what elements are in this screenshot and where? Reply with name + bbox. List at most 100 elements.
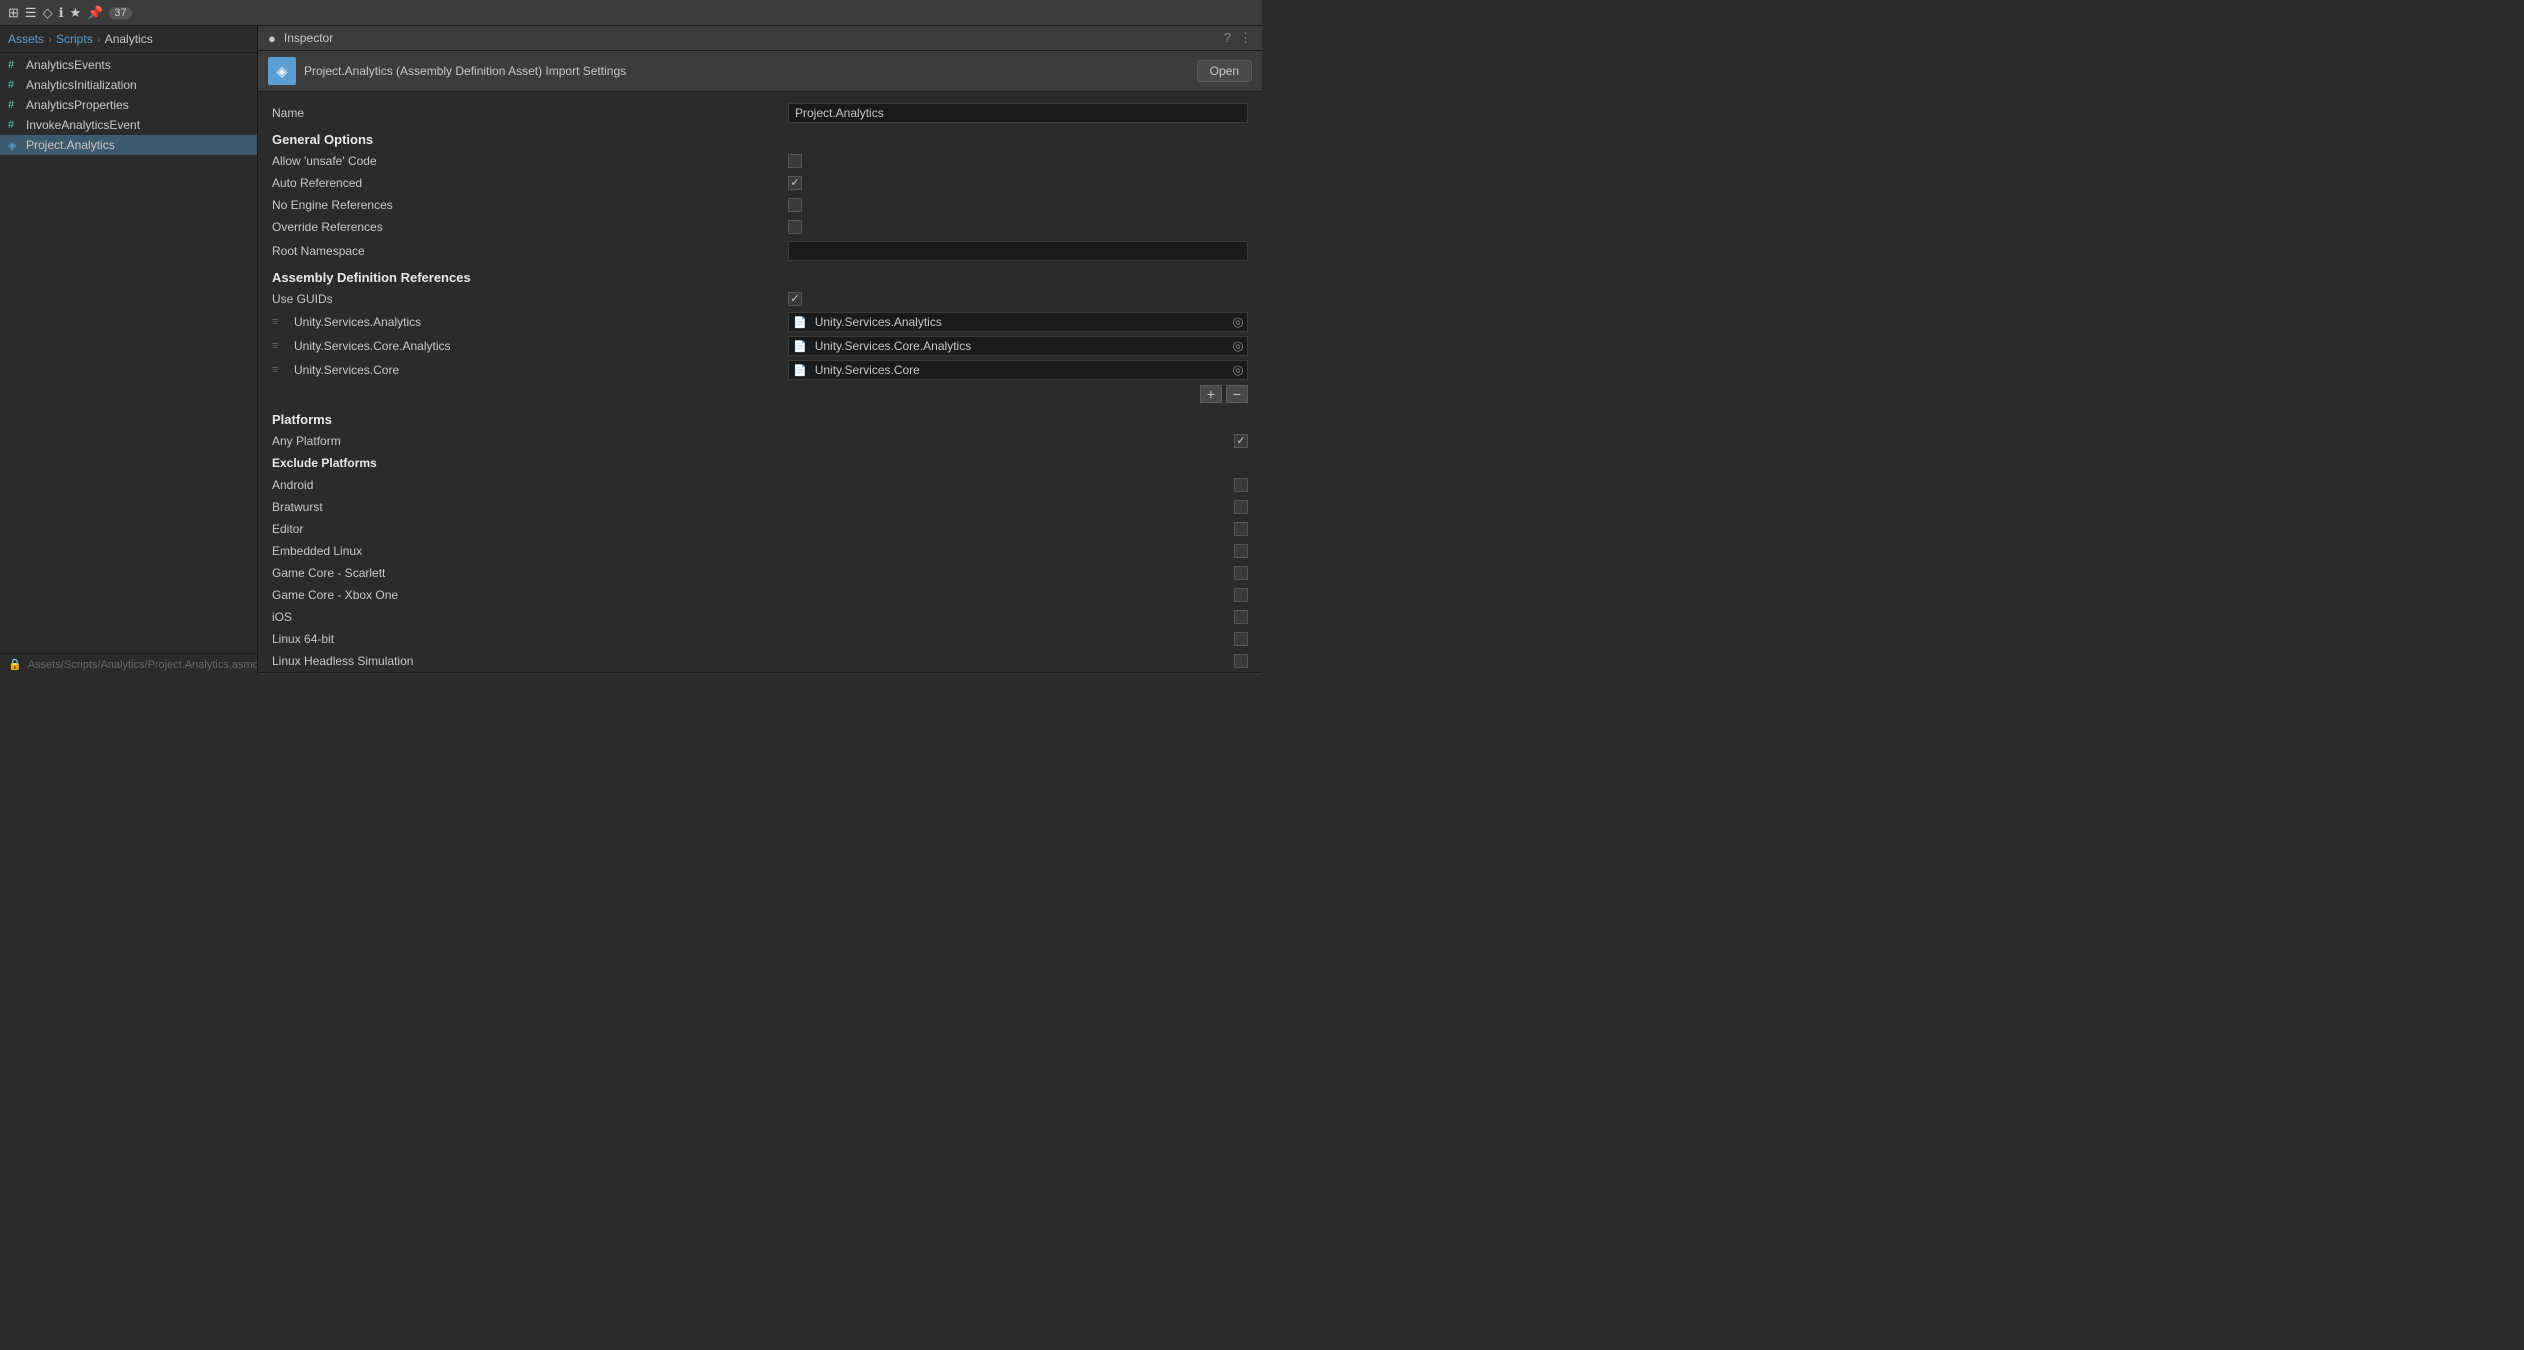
use-guids-checkbox-wrap [788, 292, 1248, 306]
inspector-bullet: ● [268, 31, 276, 46]
platform-item-row: Linux Headless Simulation [258, 650, 1262, 672]
ref-field-text: Unity.Services.Analytics [811, 315, 1229, 329]
no-engine-refs-row: No Engine References [258, 194, 1262, 216]
ref-field-target-icon[interactable]: ◎ [1229, 313, 1247, 331]
platform-checkbox[interactable] [1234, 500, 1248, 514]
hamburger-icon[interactable]: ☰ [25, 5, 37, 21]
any-platform-row: Any Platform [258, 430, 1262, 452]
info-icon[interactable]: ℹ [59, 5, 64, 21]
file-name: AnalyticsProperties [26, 98, 129, 112]
sidebar-file-item[interactable]: # AnalyticsEvents [0, 55, 257, 75]
auto-referenced-label: Auto Referenced [272, 176, 788, 190]
platform-item-row: Linux 64-bit [258, 628, 1262, 650]
name-field[interactable] [788, 103, 1248, 123]
remove-reference-button[interactable]: − [1226, 385, 1248, 403]
inspector-title-text: Project.Analytics (Assembly Definition A… [304, 64, 1189, 78]
platform-label: Linux Headless Simulation [272, 654, 1226, 668]
inspector-header: ● Inspector ? ⋮ [258, 26, 1262, 51]
ref-left-name: Unity.Services.Core [294, 363, 780, 377]
general-options-header: General Options [258, 126, 1262, 150]
platform-item-row: Android [258, 474, 1262, 496]
main-layout: Assets › Scripts › Analytics # Analytics… [0, 26, 1262, 675]
use-guids-checkbox[interactable] [788, 292, 802, 306]
asset-type-icon: ◈ [268, 57, 296, 85]
no-engine-refs-checkbox[interactable] [788, 198, 802, 212]
platform-checkbox[interactable] [1234, 478, 1248, 492]
platform-checkbox[interactable] [1234, 544, 1248, 558]
ref-field-wrap: 📄 Unity.Services.Core.Analytics ◎ [788, 336, 1248, 356]
platform-checkbox[interactable] [1234, 610, 1248, 624]
file-icon: ◈ [8, 139, 22, 152]
platform-label: Android [272, 478, 1226, 492]
allow-unsafe-checkbox-wrap [788, 154, 1248, 168]
open-button[interactable]: Open [1197, 60, 1252, 82]
sidebar-file-item[interactable]: # AnalyticsInitialization [0, 75, 257, 95]
sidebar-bottom: 🔒 Assets/Scripts/Analytics/Project.Analy… [0, 653, 257, 675]
allow-unsafe-checkbox[interactable] [788, 154, 802, 168]
file-icon: # [8, 79, 22, 91]
inspector-tab-title: Inspector [284, 31, 333, 45]
sidebar-file-item[interactable]: ◈ Project.Analytics [0, 135, 257, 155]
sidebar-file-item[interactable]: # InvokeAnalyticsEvent [0, 115, 257, 135]
file-icon: # [8, 99, 22, 111]
assembly-ref-row: ≡ Unity.Services.Core.Analytics 📄 Unity.… [258, 334, 1262, 358]
platform-item-row: Bratwurst [258, 496, 1262, 518]
inspector-header-icons: ? ⋮ [1224, 30, 1252, 46]
sidebar-lock-icon: 🔒 [8, 658, 22, 671]
platform-label: Embedded Linux [272, 544, 1226, 558]
window-icon: ⊞ [8, 5, 19, 21]
assembly-refs-header: Assembly Definition References [258, 264, 1262, 288]
assembly-ref-row: ≡ Unity.Services.Core 📄 Unity.Services.C… [258, 358, 1262, 382]
platform-checkbox[interactable] [1234, 588, 1248, 602]
add-reference-button[interactable]: + [1200, 385, 1222, 403]
override-refs-checkbox[interactable] [788, 220, 802, 234]
sidebar-file-item[interactable]: # AnalyticsProperties [0, 95, 257, 115]
ref-field-target-icon[interactable]: ◎ [1229, 337, 1247, 355]
inspector-title-bar: ◈ Project.Analytics (Assembly Definition… [258, 51, 1262, 92]
ref-left-name: Unity.Services.Analytics [294, 315, 780, 329]
ref-field-target-icon[interactable]: ◎ [1229, 361, 1247, 379]
inspector-menu-icon[interactable]: ⋮ [1239, 30, 1252, 46]
auto-referenced-row: Auto Referenced [258, 172, 1262, 194]
platforms-header: Platforms [258, 406, 1262, 430]
root-namespace-value-wrap [788, 241, 1248, 261]
use-guids-row: Use GUIDs [258, 288, 1262, 310]
any-platform-label: Any Platform [272, 434, 1226, 448]
override-refs-checkbox-wrap [788, 220, 1248, 234]
platform-checkbox[interactable] [1234, 522, 1248, 536]
name-row: Name [258, 100, 1262, 126]
exclude-platforms-header-row: Exclude Platforms [258, 452, 1262, 474]
asset-labels-header: Asset Labels [258, 672, 1262, 675]
star-icon[interactable]: ★ [70, 5, 82, 21]
drag-handle-icon: ≡ [272, 316, 286, 328]
platform-checkbox[interactable] [1234, 654, 1248, 668]
root-namespace-label: Root Namespace [272, 244, 788, 258]
platform-label: Bratwurst [272, 500, 1226, 514]
platform-checkbox[interactable] [1234, 566, 1248, 580]
ref-field-text: Unity.Services.Core [811, 363, 1229, 377]
sidebar-path: Assets/Scripts/Analytics/Project.Analyti… [28, 659, 258, 671]
file-name: InvokeAnalyticsEvent [26, 118, 140, 132]
ref-field-doc-icon: 📄 [789, 364, 811, 377]
drag-handle-icon: ≡ [272, 364, 286, 376]
pin-icon[interactable]: 📌 [87, 5, 103, 21]
platform-checkbox[interactable] [1234, 632, 1248, 646]
platform-item-row: Game Core - Scarlett [258, 562, 1262, 584]
add-remove-row: + − [258, 382, 1262, 406]
platform-label: Editor [272, 522, 1226, 536]
breadcrumb-current: Analytics [105, 32, 153, 46]
platform-label: Linux 64-bit [272, 632, 1226, 646]
ref-left-name: Unity.Services.Core.Analytics [294, 339, 780, 353]
root-namespace-row: Root Namespace [258, 238, 1262, 264]
ref-field-text: Unity.Services.Core.Analytics [811, 339, 1229, 353]
top-bar: ⊞ ☰ ◇ ℹ ★ 📌 37 [0, 0, 1262, 26]
diamond-icon[interactable]: ◇ [43, 5, 53, 21]
file-icon: # [8, 119, 22, 131]
root-namespace-field[interactable] [788, 241, 1248, 261]
breadcrumb-assets[interactable]: Assets [8, 32, 44, 46]
auto-referenced-checkbox[interactable] [788, 176, 802, 190]
any-platform-checkbox[interactable] [1234, 434, 1248, 448]
inspector-help-icon[interactable]: ? [1224, 30, 1231, 46]
sidebar: Assets › Scripts › Analytics # Analytics… [0, 26, 258, 675]
breadcrumb-scripts[interactable]: Scripts [56, 32, 93, 46]
